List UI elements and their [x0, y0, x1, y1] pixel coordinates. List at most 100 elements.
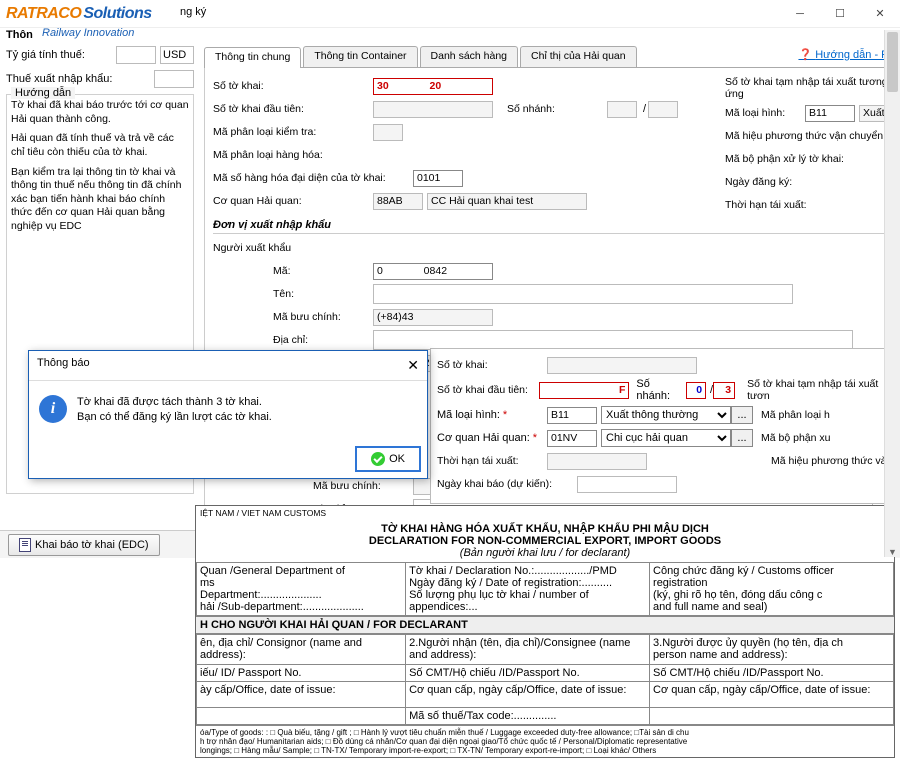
lbl-so-to-khai: Số tờ khai:: [213, 80, 373, 92]
dialog-close-button[interactable]: ✕: [407, 357, 419, 374]
lbl-ma-hieu-pt: Mã hiệu phương thức vận chuyển:: [725, 130, 900, 142]
dialog-msg2: Bạn có thể đăng ký lần lượt các tờ khai.: [77, 410, 272, 425]
message-dialog: Thông báo ✕ i Tờ khai đã được tách thành…: [28, 350, 428, 479]
ov-lbl-ma-phan-loai: Mã phân loại h: [761, 409, 830, 421]
brand-tagline: Railway Innovation: [42, 27, 134, 39]
tab-container[interactable]: Thông tin Container: [303, 46, 417, 67]
ov-so-nhanh-a-input[interactable]: [686, 382, 706, 399]
ov-lbl-so-nhanh: Số nhánh:: [636, 378, 683, 402]
co-quan-hq-code-input[interactable]: [373, 193, 423, 210]
help-link[interactable]: ❓ Hướng dẫn - F1: [798, 48, 894, 61]
info-icon: i: [39, 395, 67, 423]
lbl-so-to-tam: Số tờ khai tạm nhập tái xuất tương ứng: [725, 76, 900, 100]
lbl-ma: Mã:: [273, 265, 373, 277]
ov-lbl-thoi-han: Thời hạn tái xuất:: [437, 455, 547, 467]
tax-label: Thuế xuất nhập khẩu:: [6, 73, 150, 85]
lbl-ma-buu-chinh: Mã bưu chính:: [273, 311, 373, 323]
dialog-msg1: Tờ khai đã được tách thành 3 tờ khai.: [77, 395, 272, 410]
dia-chi-input[interactable]: [373, 330, 853, 350]
brand: RATRACOSolutions ng ký: [6, 5, 152, 23]
lbl-ma-bo-phan: Mã bộ phận xử lý tờ khai:: [725, 153, 900, 165]
ma-input[interactable]: [373, 263, 493, 280]
lbl-nguoi-xk: Người xuất khẩu: [213, 242, 313, 254]
ov-ma-loai-hinh-select[interactable]: Xuất thông thường: [601, 406, 731, 424]
ov-so-to-khai-dau-input[interactable]: [539, 382, 629, 399]
doc-title1: TỜ KHAI HÀNG HÓA XUẤT KHẨU, NHẬP KHẨU PH…: [199, 523, 891, 535]
ov-so-nhanh-b-input[interactable]: [713, 382, 735, 399]
ov-lbl-ngay-khai: Ngày khai báo (dự kiến):: [437, 478, 577, 490]
ov-thoi-han-input[interactable]: [547, 453, 647, 470]
declaration-document: IỆT NAM / VIET NAM CUSTOMS TỜ KHAI HÀNG …: [195, 505, 895, 758]
ma-loai-hinh-code-input[interactable]: [805, 105, 855, 122]
ov-so-to-khai-input[interactable]: [547, 357, 697, 374]
brand-part1: RATRACO: [6, 5, 81, 23]
rate-label: Tỷ giá tính thuế:: [6, 49, 112, 61]
ma-so-hh-input[interactable]: [413, 170, 463, 187]
ov-lbl-so-to-khai-dau: Số tờ khai đầu tiên:: [437, 384, 539, 396]
ov-lbl-so-to-khai: Số tờ khai:: [437, 359, 547, 371]
close-button[interactable]: ✕: [860, 0, 900, 28]
lbl-ngay-dang-ky: Ngày đăng ký:: [725, 176, 900, 188]
so-to-khai-dau-input[interactable]: [373, 101, 493, 118]
lbl-ten: Tên:: [273, 288, 373, 300]
dialog-ok-button[interactable]: OK: [355, 446, 421, 472]
ov-lbl-so-to-tam: Số tờ khai tạm nhập tái xuất tươn: [747, 378, 893, 402]
window-buttons: ─ ☐ ✕: [780, 0, 900, 28]
check-icon: [371, 452, 385, 466]
doc-table2: ên, địa chỉ/ Consignor (name and address…: [196, 634, 894, 725]
ov-lbl-co-quan-hq: Cơ quan Hải quan: *: [437, 432, 547, 444]
lbl-so-to-khai-dau: Số tờ khai đầu tiên:: [213, 103, 373, 115]
so-nhanh-b-input[interactable]: [648, 101, 678, 118]
document-icon: [19, 538, 31, 552]
guide-p2: Hải quan đã tính thuế và trả về các chỉ …: [11, 132, 189, 159]
scrollbar-thumb[interactable]: [887, 32, 898, 92]
ov-ngay-khai-input[interactable]: [577, 476, 677, 493]
brand-part2: Solutions: [83, 5, 151, 23]
doc-footer: óa/Type of goods: : □ Quà biếu, tặng / g…: [196, 725, 894, 757]
lbl-ma-so-hh: Mã số hàng hóa đại diện của tờ khai:: [213, 172, 413, 184]
so-nhanh-a-input[interactable]: [607, 101, 637, 118]
title-suffix: ng ký: [180, 6, 206, 18]
lbl-ma-phan-loai-kt: Mã phân loại kiểm tra:: [213, 126, 373, 138]
ten-input[interactable]: [373, 284, 793, 304]
ov-co-quan-hq-browse-button[interactable]: ...: [731, 429, 753, 447]
ma-phan-loai-kt-input[interactable]: [373, 124, 403, 141]
vertical-scrollbar[interactable]: ▲ ▼: [884, 30, 900, 557]
ma-buu-chinh-input[interactable]: [373, 309, 493, 326]
doc-country: IỆT NAM / VIET NAM CUSTOMS: [196, 506, 894, 520]
rate-value-input[interactable]: [116, 46, 156, 64]
edc-button[interactable]: Khai báo tờ khai (EDC): [8, 534, 160, 556]
ov-co-quan-hq-code-input[interactable]: [547, 430, 597, 447]
co-quan-hq-name-input[interactable]: [427, 193, 587, 210]
guide-p3: Bạn kiểm tra lại thông tin tờ khai và th…: [11, 166, 189, 234]
tab-general[interactable]: Thông tin chung: [204, 47, 301, 68]
ov-co-quan-hq-select[interactable]: Chi cục hải quan: [601, 429, 731, 447]
lbl-co-quan-hq: Cơ quan Hải quan:: [213, 195, 373, 207]
guide-p1: Tờ khai đã khai báo trước tới cơ quan Hả…: [11, 99, 189, 126]
tab-goods[interactable]: Danh sách hàng: [420, 46, 518, 67]
dialog-title: Thông báo: [37, 357, 90, 374]
tax-value-input[interactable]: [154, 70, 194, 88]
overlay-form: Số tờ khai: Số tờ khai đầu tiên: Số nhán…: [430, 348, 900, 504]
titlebar: RATRACOSolutions ng ký ─ ☐ ✕: [0, 0, 900, 28]
ov-ma-loai-hinh-browse-button[interactable]: ...: [731, 406, 753, 424]
ov-lbl-ma-hieu-pt: Mã hiệu phương thức và: [771, 455, 887, 467]
section-donvi: Đơn vị xuất nhập khẩu: [213, 219, 887, 234]
so-to-khai-input[interactable]: [373, 78, 493, 95]
ov-lbl-ma-loai-hinh: Mã loại hình: *: [437, 409, 547, 421]
maximize-button[interactable]: ☐: [820, 0, 860, 28]
doc-title3: (Bản người khai lưu / for declarant): [199, 547, 891, 559]
minimize-button[interactable]: ─: [780, 0, 820, 28]
tab-customs[interactable]: Chỉ thị của Hải quan: [520, 46, 637, 67]
guide-title: Hướng dẫn: [11, 87, 75, 99]
right-column: Số tờ khai tạm nhập tái xuất tương ứng M…: [725, 76, 900, 218]
ov-ma-loai-hinh-code-input[interactable]: [547, 407, 597, 424]
lbl-ma-phan-loai-hh: Mã phân loại hàng hóa:: [213, 149, 373, 161]
doc-band1: H CHO NGƯỜI KHAI HẢI QUAN / FOR DECLARAN…: [196, 616, 894, 634]
ov-lbl-ma-bo-phan: Mã bộ phận xu: [761, 432, 830, 444]
doc-table1: Quan /General Department of ms Departmen…: [196, 562, 894, 616]
tabs: Thông tin chung Thông tin Container Danh…: [204, 46, 896, 68]
lbl-ma-buu-chinh-2: Mã bưu chính:: [313, 480, 413, 492]
lbl-so-nhanh: Số nhánh:: [507, 103, 607, 115]
rate-unit-input[interactable]: [160, 46, 194, 64]
